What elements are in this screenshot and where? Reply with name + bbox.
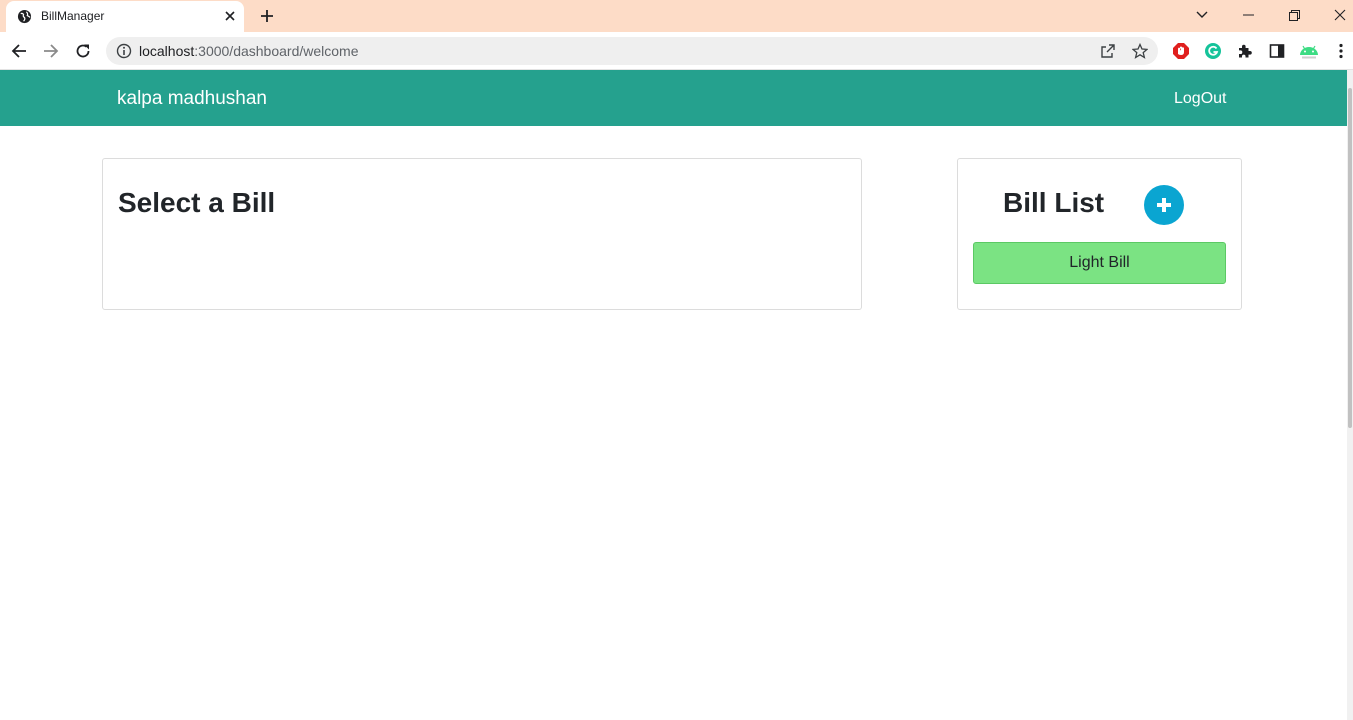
url-path: :3000/dashboard/welcome [194,43,359,59]
app-navbar: kalpa madhushan LogOut [0,70,1347,126]
android-extension-icon[interactable] [1298,41,1320,61]
adblock-extension-icon[interactable] [1171,41,1191,61]
tab-search-icon[interactable] [1179,0,1225,30]
browser-tab[interactable]: BillManager [6,1,244,32]
bill-detail-card: Select a Bill [102,158,862,310]
bill-list-title: Bill List [1003,187,1105,218]
bill-list-card: Bill List Light Bill [957,158,1242,310]
back-arrow-icon[interactable] [6,38,32,64]
browser-menu-icon[interactable] [1331,41,1351,61]
address-bar[interactable]: localhost:3000/dashboard/welcome [106,37,1158,65]
extensions-puzzle-icon[interactable] [1235,41,1255,61]
browser-toolbar: localhost:3000/dashboard/welcome [0,32,1353,70]
grammarly-extension-icon[interactable] [1203,41,1223,61]
globe-icon [17,9,32,24]
reload-icon[interactable] [70,38,96,64]
page-content: kalpa madhushan LogOut Select a Bill Bil… [0,70,1347,720]
close-tab-icon[interactable] [221,7,239,25]
tab-strip: BillManager [0,0,1353,32]
tab-title: BillManager [41,9,105,23]
restore-icon[interactable] [1271,0,1317,30]
bill-detail-title: Select a Bill [118,187,276,218]
scrollbar-thumb[interactable] [1348,88,1352,428]
add-bill-button[interactable] [1144,185,1184,225]
minimize-icon[interactable] [1225,0,1271,30]
share-icon[interactable] [1099,42,1117,60]
logout-link[interactable]: LogOut [1174,90,1226,108]
user-name[interactable]: kalpa madhushan [117,88,267,110]
url-host: localhost [139,43,195,59]
site-info-icon[interactable] [116,43,132,59]
side-panel-icon[interactable] [1267,41,1287,61]
url-text: localhost:3000/dashboard/welcome [139,43,359,59]
close-window-icon[interactable] [1317,0,1353,30]
plus-icon [1157,198,1171,212]
new-tab-icon[interactable] [255,4,279,28]
bookmark-star-icon[interactable] [1131,42,1149,60]
bill-list-item[interactable]: Light Bill [973,242,1226,284]
forward-arrow-icon[interactable] [38,38,64,64]
